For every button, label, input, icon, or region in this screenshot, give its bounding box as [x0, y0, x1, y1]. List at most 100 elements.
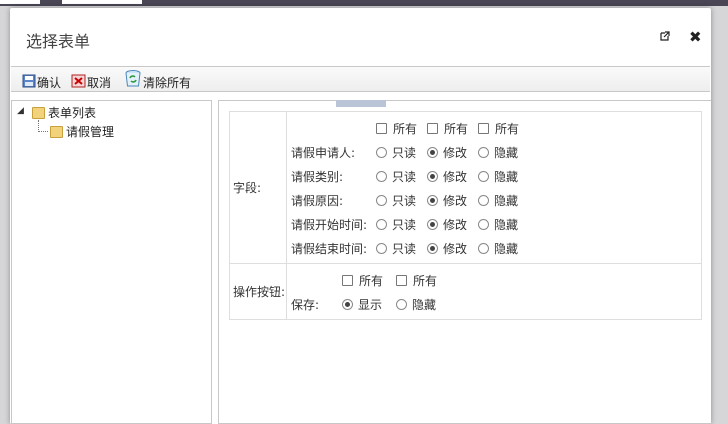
cancel-label: 取消 [87, 76, 112, 90]
radio-button[interactable] [376, 146, 387, 158]
radio-button[interactable] [376, 170, 387, 182]
folder-icon [32, 106, 45, 119]
field-radio-option[interactable]: 修改 [427, 240, 478, 257]
field-radio-option[interactable]: 只读 [376, 192, 427, 209]
radio-button[interactable] [478, 194, 489, 206]
browser-top-bar [0, 0, 728, 6]
radio-label: 隐藏 [412, 297, 437, 312]
clear-all-button[interactable]: 清除所有 [124, 69, 191, 91]
button-radio-option[interactable]: 显示 [342, 296, 396, 313]
field-row: 请假原因: 只读 修改 隐藏 [291, 188, 701, 212]
form-tree-panel: ◢ 表单列表 请假管理 [11, 100, 212, 424]
folder-icon [50, 125, 63, 138]
radio-button[interactable] [427, 218, 438, 230]
radio-label: 修改 [443, 169, 468, 184]
toolbar: 确认 取消 清除所有 [11, 66, 710, 92]
tree-root-node[interactable]: 表单列表 [32, 104, 96, 121]
field-radio-option[interactable]: 隐藏 [478, 192, 529, 209]
radio-label: 隐藏 [494, 169, 519, 184]
field-rows: 请假申请人: 只读 修改 隐藏 请假类别: 只读 修改 隐藏 请假原因: 只读 修改 隐藏 请假开始时间… [291, 140, 701, 260]
radio-button[interactable] [376, 218, 387, 230]
top-tab-1[interactable] [0, 0, 40, 4]
radio-button[interactable] [427, 242, 438, 254]
radio-label: 隐藏 [494, 193, 519, 208]
radio-label: 修改 [443, 145, 468, 160]
cancel-icon [71, 74, 86, 91]
field-radio-option[interactable]: 只读 [376, 144, 427, 161]
select-all-show-checkbox[interactable]: 所有 [342, 272, 396, 289]
tree-expand-icon[interactable]: ◢ [17, 106, 24, 116]
radio-button[interactable] [342, 298, 353, 310]
field-radio-option[interactable]: 修改 [427, 192, 478, 209]
select-all-readonly-checkbox[interactable]: 所有 [376, 120, 427, 137]
field-radio-option[interactable]: 修改 [427, 216, 478, 233]
select-all-hide-checkbox[interactable]: 所有 [478, 120, 529, 137]
field-row: 请假结束时间: 只读 修改 隐藏 [291, 236, 701, 260]
radio-label: 只读 [392, 145, 417, 160]
select-all-hide-button-checkbox[interactable]: 所有 [396, 272, 447, 289]
tree-child-node[interactable]: 请假管理 [50, 123, 114, 140]
field-radio-option[interactable]: 只读 [376, 168, 427, 185]
radio-label: 隐藏 [494, 217, 519, 232]
form-settings-panel: 字段: 所有 所有 所有 请假申请人: 只读 修改 隐藏 请假类别: 只读 修改 隐藏 请假原因… [218, 100, 711, 424]
tree-root-label: 表单列表 [48, 106, 97, 120]
field-name: 请假原因: [291, 193, 344, 208]
fields-select-all-row: 所有 所有 所有 [291, 116, 701, 140]
radio-label: 显示 [358, 297, 383, 312]
field-name: 请假开始时间: [291, 217, 368, 232]
radio-label: 只读 [392, 241, 417, 256]
radio-button[interactable] [478, 242, 489, 254]
field-row: 请假类别: 只读 修改 隐藏 [291, 164, 701, 188]
field-radio-option[interactable]: 只读 [376, 240, 427, 257]
radio-button[interactable] [478, 170, 489, 182]
radio-label: 隐藏 [494, 145, 519, 160]
radio-label: 只读 [392, 217, 417, 232]
panel-splitter-handle[interactable] [336, 100, 386, 107]
field-row: 请假申请人: 只读 修改 隐藏 [291, 140, 701, 164]
buttons-section-label: 操作按钮: [229, 263, 287, 320]
close-icon[interactable]: ✖ [689, 28, 702, 46]
field-radio-option[interactable]: 修改 [427, 168, 478, 185]
field-name: 请假类别: [291, 169, 344, 184]
radio-button[interactable] [376, 242, 387, 254]
buttons-select-all-row: 所有 所有 [291, 268, 701, 292]
confirm-label: 确认 [37, 76, 62, 90]
field-radio-option[interactable]: 隐藏 [478, 216, 529, 233]
select-all-edit-checkbox[interactable]: 所有 [427, 120, 478, 137]
top-tab-2[interactable] [62, 0, 142, 4]
radio-label: 修改 [443, 241, 468, 256]
field-radio-option[interactable]: 只读 [376, 216, 427, 233]
button-radio-option[interactable]: 隐藏 [396, 296, 447, 313]
buttons-section: 所有 所有 保存: 显示 隐藏 [286, 263, 702, 320]
radio-label: 隐藏 [494, 241, 519, 256]
radio-button[interactable] [427, 146, 438, 158]
button-name: 保存: [291, 297, 320, 312]
radio-label: 只读 [392, 169, 417, 184]
tree-connector [38, 120, 48, 132]
button-row: 保存: 显示 隐藏 [291, 292, 701, 316]
field-radio-option[interactable]: 修改 [427, 144, 478, 161]
save-icon [22, 74, 36, 91]
cancel-button[interactable]: 取消 [71, 69, 111, 91]
field-name: 请假结束时间: [291, 241, 368, 256]
permission-table: 字段: 所有 所有 所有 请假申请人: 只读 修改 隐藏 请假类别: 只读 修改 隐藏 请假原因… [229, 111, 702, 320]
field-radio-option[interactable]: 隐藏 [478, 168, 529, 185]
field-row: 请假开始时间: 只读 修改 隐藏 [291, 212, 701, 236]
clear-all-label: 清除所有 [143, 76, 192, 90]
confirm-button[interactable]: 确认 [22, 69, 61, 91]
radio-button[interactable] [427, 170, 438, 182]
radio-button[interactable] [478, 146, 489, 158]
popout-icon[interactable] [660, 30, 670, 45]
radio-button[interactable] [427, 194, 438, 206]
field-radio-option[interactable]: 隐藏 [478, 240, 529, 257]
radio-label: 修改 [443, 217, 468, 232]
dialog-title: 选择表单 [26, 32, 91, 51]
radio-button[interactable] [396, 298, 407, 310]
radio-button[interactable] [376, 194, 387, 206]
button-rows: 保存: 显示 隐藏 [291, 292, 701, 316]
field-radio-option[interactable]: 隐藏 [478, 144, 529, 161]
recycle-bin-icon [124, 69, 142, 91]
fields-section: 所有 所有 所有 请假申请人: 只读 修改 隐藏 请假类别: 只读 修改 隐藏 请假原因: 只读修… [286, 111, 702, 264]
tree-child-label: 请假管理 [66, 125, 115, 139]
radio-button[interactable] [478, 218, 489, 230]
